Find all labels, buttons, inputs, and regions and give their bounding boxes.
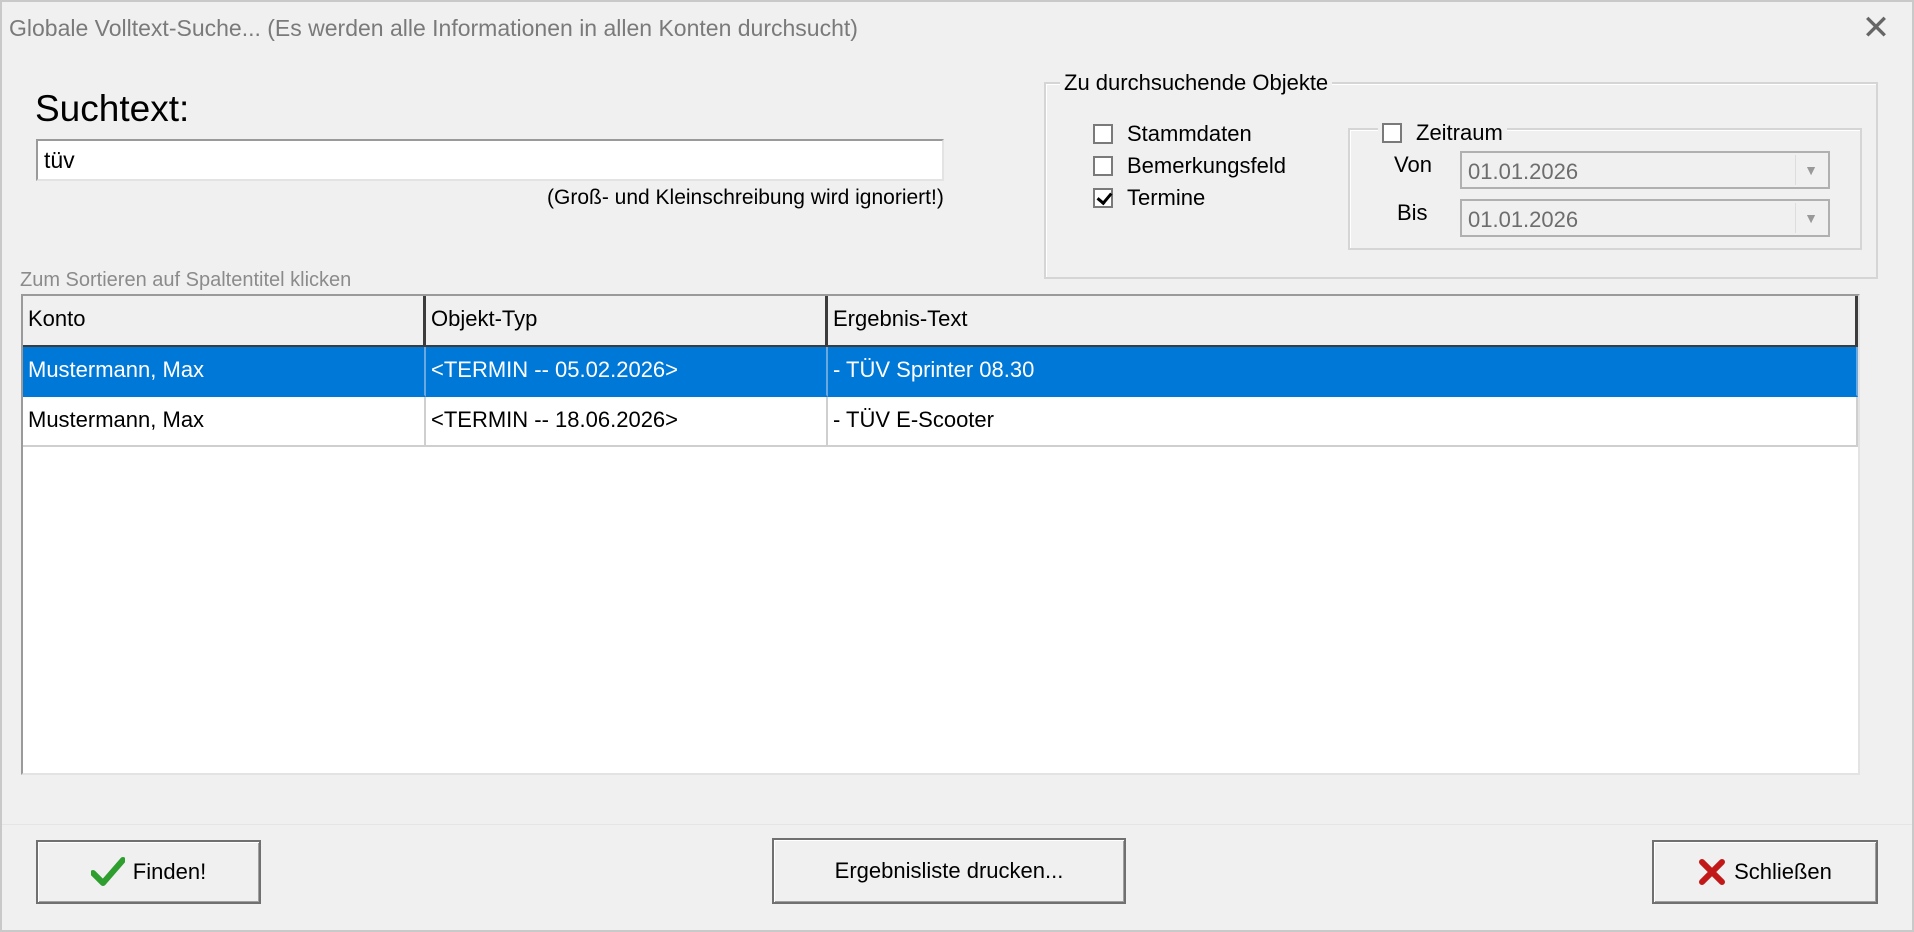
- check-icon: [90, 857, 125, 887]
- close-button-label: Schließen: [1734, 859, 1832, 884]
- cell-ergebnis: - TÜV E-Scooter: [828, 397, 1858, 447]
- column-header-objekt-typ[interactable]: Objekt-Typ: [426, 296, 828, 347]
- checkbox-stammdaten[interactable]: Stammdaten: [1093, 121, 1252, 147]
- table-row[interactable]: Mustermann, Max <TERMIN -- 18.06.2026> -…: [23, 397, 1858, 447]
- chevron-down-icon[interactable]: ▼: [1795, 203, 1826, 233]
- results-table: Konto Objekt-Typ Ergebnis-Text Musterman…: [21, 294, 1860, 775]
- search-input[interactable]: [36, 139, 944, 181]
- objects-group-legend: Zu durchsuchende Objekte: [1060, 70, 1333, 96]
- von-date-combo[interactable]: 01.01.2026 ▼: [1460, 151, 1830, 189]
- close-button[interactable]: Schließen: [1652, 840, 1878, 904]
- checkbox-box[interactable]: [1093, 156, 1113, 176]
- sort-hint: Zum Sortieren auf Spaltentitel klicken: [20, 269, 352, 291]
- checkbox-label: Termine: [1127, 185, 1206, 210]
- bis-date-value: 01.01.2026: [1468, 207, 1579, 232]
- checkbox-box[interactable]: [1093, 188, 1113, 208]
- table-row[interactable]: Mustermann, Max <TERMIN -- 05.02.2026> -…: [23, 347, 1858, 397]
- bis-date-combo[interactable]: 01.01.2026 ▼: [1460, 199, 1830, 237]
- close-window-icon[interactable]: ✕: [1858, 10, 1894, 46]
- cell-konto: Mustermann, Max: [23, 347, 426, 397]
- search-label: Suchtext:: [35, 88, 190, 129]
- footer-separator: [2, 824, 1912, 825]
- table-header: Konto Objekt-Typ Ergebnis-Text: [23, 296, 1858, 347]
- checkbox-termine[interactable]: Termine: [1093, 185, 1205, 211]
- von-date-value: 01.01.2026: [1468, 159, 1579, 184]
- cell-objekt-typ: <TERMIN -- 05.02.2026>: [426, 347, 828, 397]
- checkbox-bemerkungsfeld[interactable]: Bemerkungsfeld: [1093, 153, 1286, 179]
- find-button[interactable]: Finden!: [36, 840, 261, 904]
- checkbox-box[interactable]: [1382, 123, 1402, 143]
- checkbox-label: Zeitraum: [1416, 120, 1503, 145]
- column-header-ergebnis-text[interactable]: Ergebnis-Text: [828, 296, 1858, 347]
- checkbox-box[interactable]: [1093, 124, 1113, 144]
- von-label: Von: [1394, 152, 1432, 177]
- chevron-down-icon[interactable]: ▼: [1795, 155, 1826, 185]
- find-button-label: Finden!: [132, 859, 207, 884]
- cell-ergebnis: - TÜV Sprinter 08.30: [828, 347, 1858, 397]
- window-title: Globale Volltext-Suche... (Es werden all…: [9, 15, 858, 41]
- bis-label: Bis: [1397, 200, 1428, 225]
- case-hint: (Groß- und Kleinschreibung wird ignorier…: [547, 186, 944, 209]
- checkbox-label: Stammdaten: [1127, 121, 1252, 146]
- title-bar: Globale Volltext-Suche... (Es werden all…: [2, 2, 1912, 54]
- search-dialog: Globale Volltext-Suche... (Es werden all…: [0, 0, 1914, 932]
- print-results-button[interactable]: Ergebnisliste drucken...: [772, 838, 1126, 904]
- print-button-label: Ergebnisliste drucken...: [834, 858, 1064, 883]
- cell-konto: Mustermann, Max: [23, 397, 426, 447]
- cell-objekt-typ: <TERMIN -- 18.06.2026>: [426, 397, 828, 447]
- checkbox-label: Bemerkungsfeld: [1127, 153, 1286, 178]
- red-x-icon: [1698, 858, 1726, 886]
- checkbox-zeitraum[interactable]: Zeitraum: [1378, 120, 1507, 146]
- column-header-konto[interactable]: Konto: [23, 296, 426, 347]
